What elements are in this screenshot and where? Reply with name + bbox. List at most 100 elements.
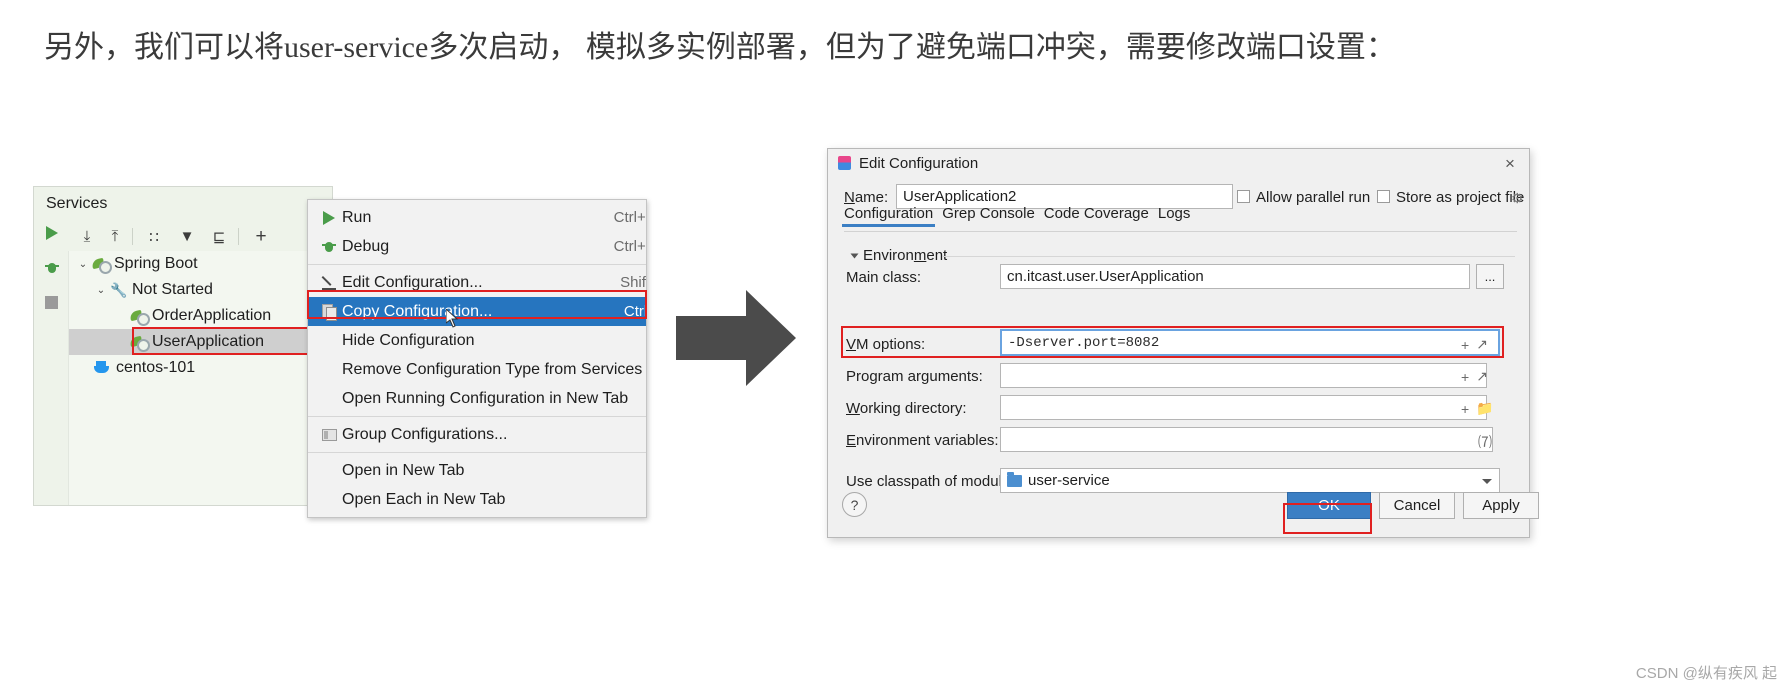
close-icon[interactable]: ×	[1499, 153, 1521, 175]
expand-icon[interactable]: ↗	[1476, 336, 1488, 353]
environment-divider	[942, 256, 1515, 257]
menu-item-debug[interactable]: Debug Ctrl+Shift+F1	[308, 232, 646, 261]
menu-item-edit-configuration[interactable]: Edit Configuration... Shift+F	[308, 268, 646, 297]
menu-item-run[interactable]: Run Ctrl+Shift+F1	[308, 203, 646, 232]
ok-button[interactable]: OK	[1287, 492, 1371, 519]
chevron-down-icon[interactable]	[1482, 479, 1492, 484]
program-arguments-adornments[interactable]: + ↗	[1461, 368, 1488, 385]
menu-item-open-running-configuration[interactable]: Open Running Configuration in New Tab	[308, 384, 646, 413]
menu-item-open-in-new-tab[interactable]: Open in New Tab	[308, 456, 646, 485]
cancel-button[interactable]: Cancel	[1379, 492, 1455, 519]
classpath-module-label: Use classpath of module:	[846, 473, 1015, 490]
menu-item-label: Group Configurations...	[342, 425, 508, 443]
transition-arrow-icon	[676, 290, 796, 386]
tree-item-label: Spring Boot	[114, 255, 198, 272]
main-class-browse-button[interactable]: ...	[1476, 264, 1504, 289]
working-directory-label-rest: orking directory:	[859, 400, 967, 417]
tree-item-not-started[interactable]: ⌄ 🔧 Not Started	[69, 277, 332, 303]
pencil-icon	[316, 275, 342, 290]
dialog-title: Edit Configuration	[859, 155, 979, 172]
tab-code-coverage[interactable]: Code Coverage	[1044, 205, 1149, 227]
program-arguments-label-text: Program arguments:	[846, 368, 983, 385]
gear-icon[interactable]: ⚙	[1511, 190, 1524, 207]
collapse-all-button[interactable]: ⤒	[104, 226, 126, 247]
program-arguments-label: Program arguments:	[846, 368, 983, 385]
tree-item-userapplication[interactable]: UserApplication	[69, 329, 332, 355]
menu-item-hide-configuration[interactable]: Hide Configuration	[308, 326, 646, 355]
toolbar-divider-2	[238, 228, 239, 245]
apply-button[interactable]: Apply	[1463, 492, 1539, 519]
expand-icon[interactable]: ↗	[1476, 368, 1488, 385]
watermark: CSDN @纵有疾风 起	[1635, 665, 1777, 682]
working-directory-input[interactable]	[1000, 395, 1487, 420]
stop-button[interactable]	[41, 292, 62, 313]
filter-button[interactable]: ▼	[176, 226, 198, 247]
plus-icon[interactable]: +	[1461, 369, 1469, 385]
tab-grep-console[interactable]: Grep Console	[942, 205, 1035, 227]
program-arguments-input[interactable]	[1000, 363, 1487, 388]
menu-item-copy-configuration[interactable]: Copy Configuration... Ctrl+	[308, 297, 646, 326]
tab-configuration[interactable]: Configuration	[841, 205, 936, 227]
tree-item-orderapplication[interactable]: OrderApplication	[69, 303, 332, 329]
edit-configuration-dialog: Edit Configuration × Name: UserApplicati…	[827, 148, 1539, 538]
tabs-underline	[844, 231, 1517, 232]
add-tab-button[interactable]: ⊑	[208, 226, 230, 247]
tree-item-centos-101[interactable]: centos-101	[69, 355, 332, 381]
environment-section-header[interactable]: Environment	[850, 247, 948, 264]
working-directory-label: Working directory:	[846, 400, 967, 417]
main-class-input[interactable]: cn.itcast.user.UserApplication	[1000, 264, 1470, 289]
tree-item-spring-boot[interactable]: ⌄ Spring Boot	[69, 251, 332, 277]
menu-item-label: Edit Configuration...	[342, 273, 483, 291]
services-tree: ⌄ Spring Boot ⌄ 🔧 Not Started OrderAppli…	[68, 251, 332, 505]
environment-variables-label: Environment variables:	[846, 432, 999, 449]
menu-item-shortcut: Ctrl+Shift+F1	[613, 209, 646, 226]
chevron-down-icon[interactable]: ⌄	[93, 285, 109, 296]
plus-icon[interactable]: +	[1461, 337, 1469, 353]
play-icon	[45, 225, 58, 240]
menu-item-remove-configuration-type[interactable]: Remove Configuration Type from Services	[308, 355, 646, 384]
menu-item-label: Copy Configuration...	[342, 302, 493, 320]
services-panel-title: Services	[46, 195, 108, 212]
services-toolbar: ⤓ ⤒ ∷ ▼ ⊑ +	[68, 222, 332, 252]
working-directory-adornments[interactable]: + 📁	[1461, 400, 1494, 417]
debug-button[interactable]	[41, 257, 62, 278]
tree-item-label: Not Started	[132, 281, 213, 298]
store-as-project-file-checkbox[interactable]	[1377, 190, 1390, 203]
name-label-rest: ame:	[854, 189, 889, 206]
spring-boot-icon	[129, 333, 150, 352]
environment-variables-input[interactable]	[1000, 427, 1493, 452]
wrench-icon: 🔧	[110, 282, 128, 298]
environment-variables-adornment[interactable]: ⑺	[1478, 432, 1492, 452]
plus-icon[interactable]: +	[1461, 401, 1469, 417]
bug-icon	[316, 240, 342, 254]
add-service-button[interactable]: +	[250, 226, 272, 247]
menu-item-group-configurations[interactable]: Group Configurations...	[308, 420, 646, 449]
page-title: 另外，我们可以将user-service多次启动， 模拟多实例部署，但为了避免端…	[44, 31, 1396, 64]
browse-icon[interactable]: ⑺	[1478, 432, 1492, 452]
allow-parallel-run-label: Allow parallel run	[1256, 189, 1370, 206]
allow-parallel-run-text: Allow parallel run	[1256, 189, 1371, 206]
vm-options-adornments[interactable]: + ↗	[1461, 336, 1488, 353]
menu-item-shortcut: Shift+F	[620, 274, 646, 291]
help-button[interactable]: ?	[842, 492, 867, 517]
folder-icon	[316, 428, 342, 441]
toolbar-divider	[132, 228, 133, 245]
context-menu: Run Ctrl+Shift+F1 Debug Ctrl+Shift+F1 Ed…	[307, 199, 647, 518]
menu-item-shortcut: Ctrl+Shift+F1	[613, 238, 646, 255]
allow-parallel-run-checkbox[interactable]	[1237, 190, 1250, 203]
vm-options-input[interactable]: -Dserver.port=8082	[1000, 329, 1500, 356]
environment-label: Environment	[863, 247, 948, 264]
run-button[interactable]	[41, 222, 62, 243]
tab-logs[interactable]: Logs	[1158, 205, 1191, 227]
folder-icon[interactable]: 📁	[1476, 400, 1493, 417]
menu-item-label: Open in New Tab	[342, 461, 465, 479]
chevron-down-icon[interactable]: ⌄	[75, 259, 91, 270]
expand-all-button[interactable]: ⤓	[76, 226, 98, 247]
play-icon	[316, 210, 342, 225]
classpath-module-select[interactable]: user-service	[1000, 468, 1500, 493]
stop-icon	[45, 296, 58, 309]
menu-item-open-each-in-new-tab[interactable]: Open Each in New Tab	[308, 485, 646, 514]
dialog-titlebar: Edit Configuration ×	[828, 149, 1529, 177]
dialog-tabs: Configuration Grep Console Code Coverage…	[841, 205, 1199, 231]
group-by-button[interactable]: ∷	[143, 226, 165, 247]
